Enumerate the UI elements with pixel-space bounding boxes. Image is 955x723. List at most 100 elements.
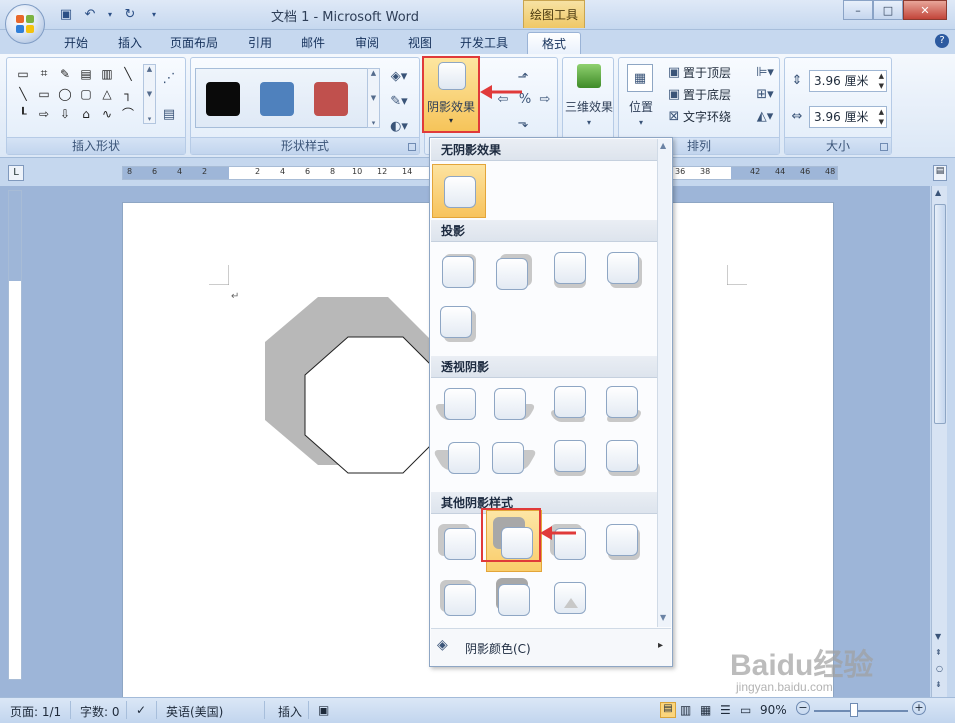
scroll-down-icon[interactable]: ▼ [371, 94, 376, 102]
close-button[interactable]: ✕ [903, 0, 947, 20]
style-swatch-red[interactable] [314, 82, 348, 116]
help-icon[interactable]: ? [935, 34, 949, 48]
page-count[interactable]: 页面: 1/1 [10, 703, 61, 720]
shape-outline-icon[interactable]: ✎▾ [386, 91, 412, 111]
scroll-down-icon[interactable]: ▼ [660, 613, 666, 622]
tab-review[interactable]: 审阅 [347, 32, 387, 54]
style-gallery-scroll[interactable]: ▲ ▼ ▾ [367, 68, 380, 128]
zoom-in-icon[interactable]: + [912, 701, 926, 715]
text-box-icon[interactable]: ▤ [159, 104, 179, 124]
shadow-option-other-1[interactable] [438, 522, 478, 562]
shadow-color-menu-item[interactable]: ◈ 阴影颜色(C) ▸ [431, 628, 671, 666]
vertical-textbox-shape-icon[interactable]: ▥ [97, 64, 117, 83]
zoom-out-icon[interactable]: − [796, 701, 810, 715]
dialog-launcher-icon[interactable] [408, 143, 416, 151]
outline-view-icon[interactable]: ☰ [720, 703, 731, 717]
zoom-slider-track[interactable] [814, 710, 908, 712]
shadow-option-perspective-1[interactable] [433, 386, 478, 426]
shadow-option-other-4[interactable] [604, 522, 644, 562]
dialog-launcher-icon[interactable] [880, 143, 888, 151]
tab-page-layout[interactable]: 页面布局 [164, 32, 224, 54]
wave-shape-icon[interactable]: ∿ [97, 104, 117, 123]
edit-shape-icon[interactable]: ⋰ [159, 68, 179, 88]
browse-object-icon[interactable]: ○ [936, 664, 943, 673]
shadow-option-drop-5[interactable] [438, 304, 478, 344]
change-shape-icon[interactable]: ◐▾ [386, 116, 412, 136]
nudge-right-icon[interactable]: ⇨ [535, 90, 555, 108]
shape-height-input[interactable]: 3.96 厘米 ▲ ▼ [809, 70, 887, 92]
tab-insert[interactable]: 插入 [110, 32, 150, 54]
shadow-option-perspective-2[interactable] [492, 386, 537, 426]
style-swatch-black[interactable] [206, 82, 240, 116]
shadow-effects-button[interactable]: 阴影效果 ▾ [422, 56, 480, 133]
zoom-level[interactable]: 90% [760, 703, 787, 717]
word-count[interactable]: 字数: 0 [80, 703, 120, 720]
line2-shape-icon[interactable]: ╲ [13, 84, 33, 103]
shadow-option-drop-1[interactable] [438, 250, 478, 290]
tab-format[interactable]: 格式 [527, 32, 581, 54]
maximize-button[interactable]: □ [873, 0, 903, 20]
scroll-thumb[interactable] [934, 204, 946, 424]
office-button[interactable] [5, 4, 45, 44]
line-shape-icon[interactable]: ╲ [118, 64, 138, 83]
connector-shape-icon[interactable]: ┖ [13, 104, 33, 123]
down-arrow-shape-icon[interactable]: ⇩ [55, 104, 75, 123]
curve-shape-icon[interactable]: ⌒ [118, 104, 138, 123]
shadow-option-other-6[interactable] [492, 578, 532, 618]
align-icon[interactable]: ⊫▾ [753, 64, 777, 80]
nudge-down-icon[interactable]: ⬎ [513, 114, 533, 132]
vertical-scrollbar[interactable]: ▲ ▼ ⇞ ○ ⇟ [931, 186, 947, 697]
previous-page-icon[interactable]: ⇞ [935, 648, 942, 657]
shadow-option-drop-3[interactable] [550, 248, 590, 288]
tab-view[interactable]: 视图 [400, 32, 440, 54]
right-arrow-shape-icon[interactable]: ⇨ [34, 104, 54, 123]
position-button[interactable]: 位置 [619, 98, 663, 114]
text-wrapping-button[interactable]: 文字环绕 [683, 108, 753, 124]
tab-home[interactable]: 开始 [56, 32, 96, 54]
octagon-body[interactable] [304, 336, 442, 474]
draft-view-icon[interactable]: ▭ [740, 703, 751, 717]
textbox-shape-icon[interactable]: ▤ [76, 64, 96, 83]
3d-effects-icon[interactable] [577, 64, 601, 88]
insert-mode[interactable]: 插入 [278, 703, 302, 720]
print-layout-view-icon[interactable]: ▤ [660, 702, 676, 718]
proofing-icon[interactable]: ✓ [136, 703, 146, 717]
rounded-rect-shape-icon[interactable]: ▢ [76, 84, 96, 103]
macro-record-icon[interactable]: ▣ [318, 703, 329, 717]
full-screen-view-icon[interactable]: ▥ [680, 703, 691, 717]
bring-to-front-button[interactable]: 置于顶层 [683, 64, 753, 80]
spin-icon[interactable]: ▲ ▼ [879, 71, 884, 91]
zoom-slider-thumb[interactable] [850, 703, 858, 717]
spin-icon[interactable]: ▲ ▼ [879, 107, 884, 127]
language[interactable]: 英语(美国) [166, 703, 223, 720]
shadow-option-none[interactable] [432, 164, 486, 218]
shadow-option-perspective-8[interactable] [604, 440, 644, 480]
shadow-option-perspective-4[interactable] [604, 386, 644, 426]
minimize-button[interactable]: – [843, 0, 873, 20]
scroll-down-icon[interactable]: ▼ [147, 90, 152, 98]
next-page-icon[interactable]: ⇟ [935, 680, 942, 689]
shadow-option-perspective-6[interactable] [492, 440, 538, 480]
style-swatch-blue[interactable] [260, 82, 294, 116]
scroll-up-icon[interactable]: ▲ [371, 69, 376, 77]
elbow-shape-icon[interactable]: ┐ [118, 84, 138, 103]
rectangle-shape-icon[interactable]: ▭ [13, 64, 33, 83]
triangle-shape-icon[interactable]: △ [97, 84, 117, 103]
flowchart-shape-icon[interactable]: ⌂ [76, 104, 96, 123]
view-ruler-icon[interactable]: ▤ [933, 165, 947, 181]
shapes-gallery-scroll[interactable]: ▲ ▼ ▾ [143, 64, 156, 124]
shape-fill-icon[interactable]: ◈▾ [386, 66, 412, 86]
rotate-icon[interactable]: ◭▾ [753, 108, 777, 124]
group-icon[interactable]: ⊞▾ [753, 86, 777, 102]
oval-shape-icon[interactable]: ◯ [55, 84, 75, 103]
send-to-back-button[interactable]: 置于底层 [683, 86, 753, 102]
shadow-option-other-7[interactable] [550, 578, 590, 618]
web-layout-view-icon[interactable]: ▦ [700, 703, 711, 717]
more-icon[interactable]: ▾ [148, 115, 152, 123]
tab-developer[interactable]: 开发工具 [452, 32, 516, 54]
dropdown-scrollbar[interactable]: ▲ ▼ [657, 139, 671, 627]
rect2-shape-icon[interactable]: ▭ [34, 84, 54, 103]
shadow-option-other-5[interactable] [438, 578, 478, 618]
tab-mailings[interactable]: 邮件 [293, 32, 333, 54]
more-icon[interactable]: ▾ [372, 119, 376, 127]
